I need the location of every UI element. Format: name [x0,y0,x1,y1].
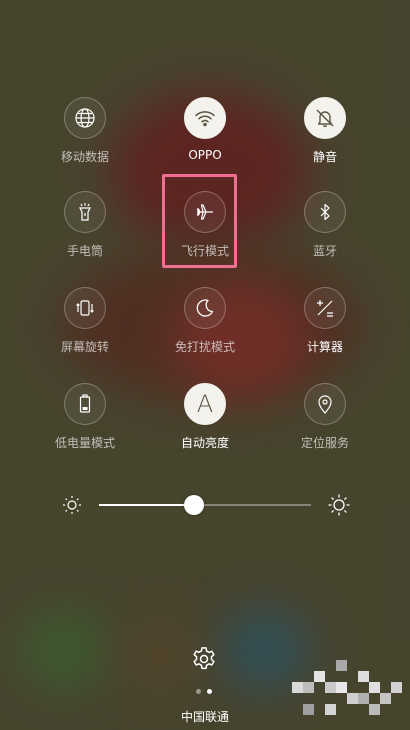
tile-label: 蓝牙 [312,244,337,258]
globe-icon [64,97,106,139]
tile-mobile-data[interactable]: 移动数据 [25,97,145,165]
gear-icon[interactable] [190,645,218,673]
tile-bluetooth[interactable]: 蓝牙 [265,191,385,259]
tile-flashlight[interactable]: 手电筒 [25,191,145,259]
page-dot [196,689,201,694]
brightness-track[interactable] [99,504,311,506]
sun-large-icon [328,494,350,516]
tile-location[interactable]: 定位服务 [265,383,385,451]
bell-off-icon [304,97,346,139]
tile-label: 定位服务 [300,436,349,450]
auto-brightness-glyph: A [196,390,214,418]
tile-screen-rotation[interactable]: 屏幕旋转 [25,287,145,355]
tile-label: 屏幕旋转 [60,340,109,354]
tile-label: OPPO [188,148,222,162]
page-indicator [196,689,212,694]
page-dot-active [207,689,212,694]
rotate-screen-icon [64,287,106,329]
battery-icon [64,383,106,425]
tile-label: 低电量模式 [54,436,115,450]
brightness-slider[interactable] [0,488,410,522]
sun-small-icon [63,496,81,514]
tile-auto-brightness[interactable]: A 自动亮度 [145,383,265,451]
airplane-mode-highlight-box [162,174,237,268]
calculator-icon [304,287,346,329]
tile-label: 免打扰模式 [174,340,235,354]
moon-icon [184,287,226,329]
auto-brightness-icon: A [184,383,226,425]
carrier-label: 中国联通 [180,710,229,724]
tile-label: 静音 [312,150,337,164]
bluetooth-icon [304,191,346,233]
brightness-track-fill [99,504,195,506]
tile-label: 手电筒 [66,244,103,258]
location-pin-icon [304,383,346,425]
brightness-thumb[interactable] [184,495,205,515]
tile-mute[interactable]: 静音 [265,97,385,165]
tile-do-not-disturb[interactable]: 免打扰模式 [145,287,265,355]
tile-low-power-mode[interactable]: 低电量模式 [25,383,145,451]
wifi-icon [184,97,226,139]
tile-label: 计算器 [306,340,343,354]
tile-label: 自动亮度 [180,436,229,450]
tile-calculator[interactable]: 计算器 [265,287,385,355]
flashlight-icon [64,191,106,233]
tile-wifi[interactable]: OPPO [145,97,265,162]
tile-label: 移动数据 [60,150,109,164]
